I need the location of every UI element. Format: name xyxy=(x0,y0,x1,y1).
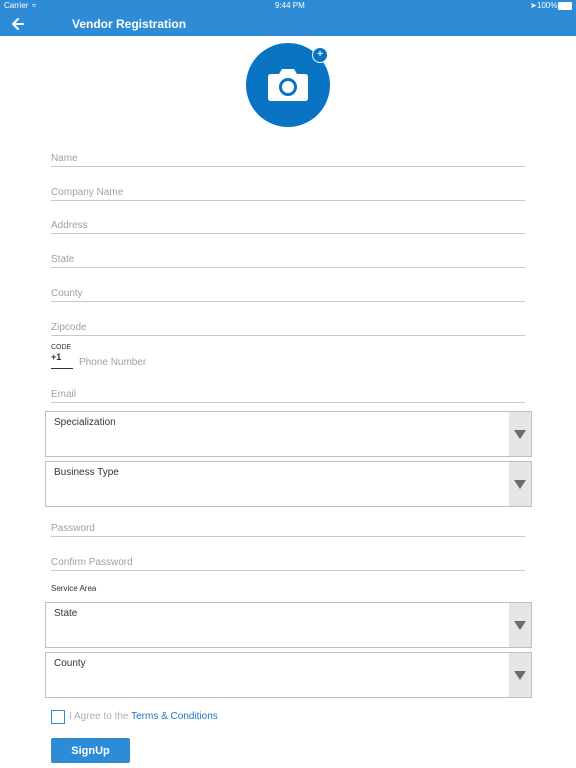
email-input[interactable] xyxy=(51,386,525,403)
triangle-down-icon xyxy=(514,671,526,680)
county-field[interactable] xyxy=(51,283,525,302)
arrow-left-icon[interactable] xyxy=(8,14,28,34)
battery-icon xyxy=(558,2,572,10)
company-name-field[interactable] xyxy=(51,182,525,201)
dropdown-button[interactable] xyxy=(509,603,531,647)
service-county-label: County xyxy=(54,658,86,669)
zipcode-field[interactable] xyxy=(51,317,525,336)
signup-button[interactable]: SignUp xyxy=(51,738,130,763)
triangle-down-icon xyxy=(514,480,526,489)
dropdown-button[interactable] xyxy=(509,462,531,506)
status-bar: Carrier ≈ 9:44 PM ➤ 100% xyxy=(0,0,576,12)
camera-icon xyxy=(268,69,308,101)
state-input[interactable] xyxy=(51,251,525,268)
name-input[interactable] xyxy=(51,150,525,167)
dropdown-button[interactable] xyxy=(509,412,531,456)
specialization-dropdown[interactable]: Specialization xyxy=(45,411,532,457)
agree-prefix: I Agree to the xyxy=(69,711,132,722)
terms-link[interactable]: Terms & Conditions xyxy=(131,711,218,722)
confirm-password-field[interactable] xyxy=(51,552,525,571)
nav-bar: Vendor Registration xyxy=(0,12,576,36)
dropdown-button[interactable] xyxy=(509,653,531,697)
time-label: 9:44 PM xyxy=(275,1,305,10)
country-code-field[interactable]: +1 xyxy=(51,352,73,369)
zipcode-input[interactable] xyxy=(51,319,525,336)
service-county-dropdown[interactable]: County xyxy=(45,652,532,698)
phone-number-input[interactable] xyxy=(79,355,525,370)
password-field[interactable] xyxy=(51,518,525,537)
business-type-label: Business Type xyxy=(54,467,119,478)
terms-text: I Agree to the Terms & Conditions xyxy=(69,711,218,722)
triangle-down-icon xyxy=(514,430,526,439)
wifi-icon: ≈ xyxy=(32,1,37,10)
address-input[interactable] xyxy=(51,217,525,234)
add-photo-icon[interactable]: + xyxy=(312,47,328,63)
phone-number-field[interactable] xyxy=(79,352,525,370)
password-input[interactable] xyxy=(51,520,525,537)
location-icon: ➤ xyxy=(530,1,537,10)
triangle-down-icon xyxy=(514,621,526,630)
terms-checkbox[interactable] xyxy=(51,710,65,724)
name-field[interactable] xyxy=(51,148,525,167)
page-title: Vendor Registration xyxy=(72,17,187,31)
confirm-password-input[interactable] xyxy=(51,554,525,571)
email-field[interactable] xyxy=(51,384,525,403)
address-field[interactable] xyxy=(51,215,525,234)
code-label: CODE xyxy=(51,344,72,351)
service-area-label: Service Area xyxy=(51,584,97,593)
service-state-label: State xyxy=(54,608,78,619)
state-field[interactable] xyxy=(51,249,525,268)
business-type-dropdown[interactable]: Business Type xyxy=(45,461,532,507)
specialization-label: Specialization xyxy=(54,417,116,428)
battery-label: 100% xyxy=(537,1,558,10)
county-input[interactable] xyxy=(51,285,525,302)
service-state-dropdown[interactable]: State xyxy=(45,602,532,648)
company-name-input[interactable] xyxy=(51,184,525,201)
carrier-label: Carrier xyxy=(4,1,29,10)
